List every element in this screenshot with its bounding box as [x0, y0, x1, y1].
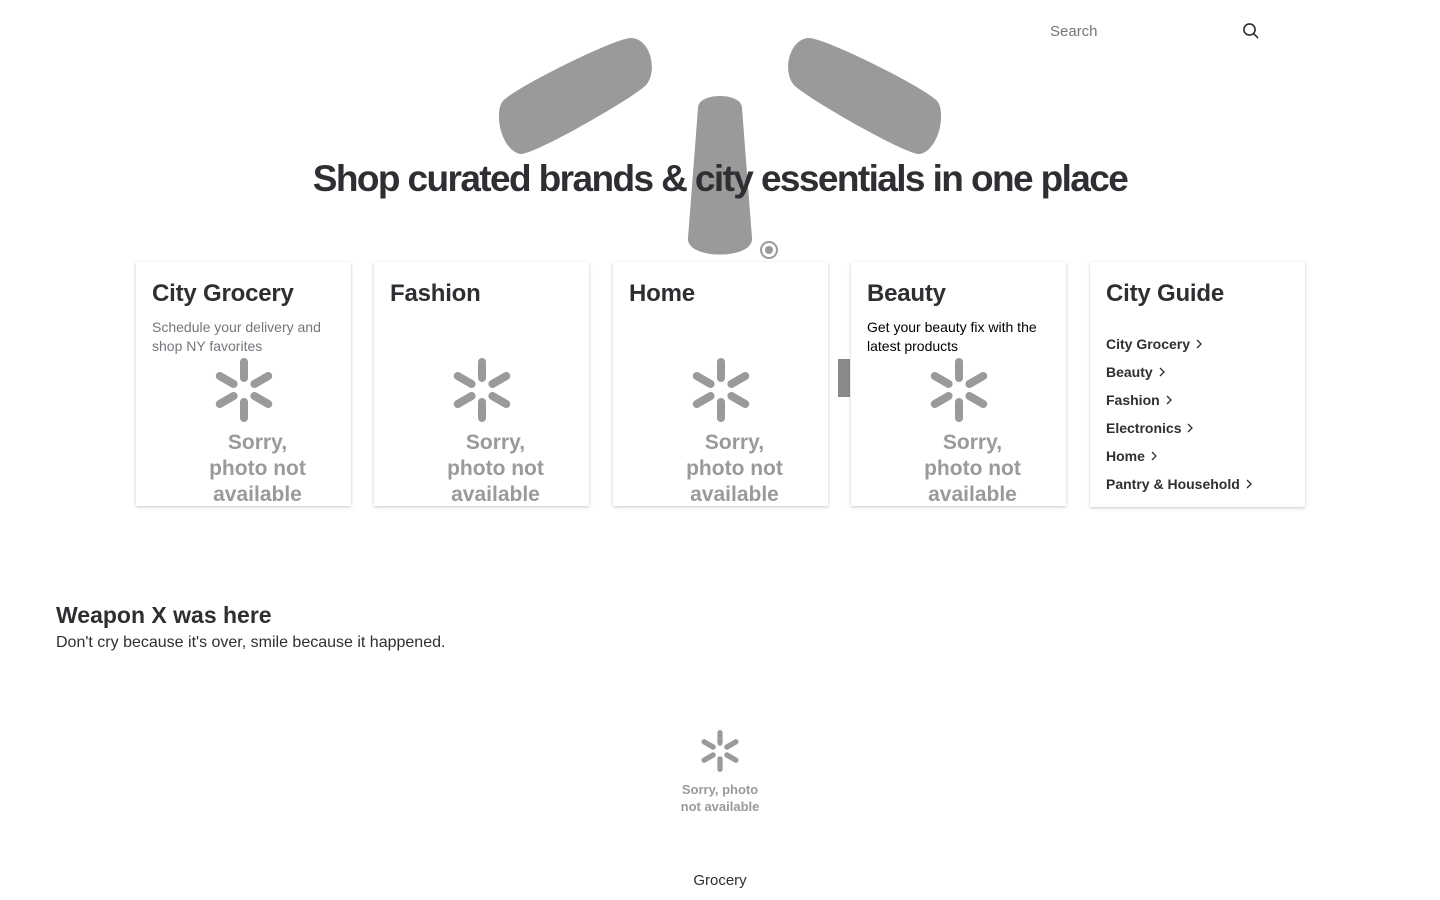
city-guide-link-label: Fashion — [1106, 392, 1160, 408]
search-input[interactable] — [1036, 14, 1232, 48]
card-subtitle: Schedule your delivery and shop NY favor… — [152, 319, 321, 354]
image-fragment — [838, 359, 850, 397]
city-guide-link[interactable]: Home — [1106, 442, 1289, 470]
card-title: City Guide — [1106, 280, 1225, 307]
card-fashion[interactable]: Fashion Sorry, photo not available — [374, 262, 589, 506]
city-guide-link[interactable]: Electronics — [1106, 414, 1289, 442]
city-guide-link-label: Beauty — [1106, 364, 1153, 380]
photo-placeholder: Sorry, photo not available — [884, 358, 1034, 508]
city-guide-link[interactable]: Beauty — [1106, 358, 1289, 386]
placeholder-text: Sorry, photo not available — [209, 431, 306, 506]
card-title: Home — [629, 280, 695, 307]
city-guide-list: City Grocery Beauty Fashion Electronics … — [1106, 330, 1289, 498]
category-label-grocery[interactable]: Grocery — [0, 872, 1440, 889]
city-guide-link[interactable]: Fashion — [1106, 386, 1289, 414]
promo-subtitle: Don't cry because it's over, smile becau… — [56, 634, 446, 651]
city-guide-link-label: Home — [1106, 448, 1145, 464]
card-home[interactable]: Home Sorry, photo not available — [613, 262, 828, 506]
placeholder-text: Sorry, photo not available — [686, 431, 783, 506]
card-title: Fashion — [390, 280, 481, 307]
walmart-spark-icon — [498, 37, 942, 259]
card-subtitle: Get your beauty fix with the latest prod… — [867, 319, 1037, 354]
walmart-spark-icon — [453, 358, 510, 422]
city-guide-link[interactable]: Pantry & Household — [1106, 470, 1289, 498]
search-bar — [1036, 14, 1268, 48]
walmart-spark-icon — [692, 358, 749, 422]
chevron-right-icon — [1166, 392, 1172, 408]
city-guide-link-label: Pantry & Household — [1106, 476, 1240, 492]
city-guide-link[interactable]: City Grocery — [1106, 330, 1289, 358]
chevron-right-icon — [1187, 420, 1194, 436]
photo-placeholder: Sorry, photo not available — [670, 730, 770, 815]
walmart-spark-icon — [930, 358, 987, 422]
card-beauty[interactable]: Beauty Get your beauty fix with the late… — [851, 262, 1066, 506]
photo-placeholder: Sorry, photo not available — [646, 358, 796, 508]
hero-title: Shop curated brands & city essentials in… — [312, 158, 1129, 199]
chevron-right-icon — [1159, 364, 1165, 380]
chevron-right-icon — [1196, 336, 1202, 352]
chevron-right-icon — [1151, 448, 1157, 464]
photo-placeholder: Sorry, photo not available — [407, 358, 557, 508]
placeholder-text: Sorry, photo not available — [680, 782, 760, 814]
city-guide-link-label: City Grocery — [1106, 336, 1191, 352]
card-title: City Grocery — [152, 280, 294, 307]
card-city-grocery[interactable]: City Grocery Schedule your delivery and … — [136, 262, 351, 506]
photo-placeholder: Sorry, photo not available — [169, 358, 319, 508]
card-city-guide: City Guide City Grocery Beauty Fashion E… — [1090, 262, 1305, 507]
placeholder-text: Sorry, photo not available — [447, 431, 544, 506]
walmart-spark-icon — [701, 730, 739, 772]
placeholder-text: Sorry, photo not available — [924, 431, 1021, 506]
card-title: Beauty — [867, 280, 946, 307]
chevron-right-icon — [1246, 476, 1252, 492]
search-icon[interactable] — [1239, 20, 1263, 42]
city-guide-link-label: Electronics — [1106, 420, 1182, 436]
walmart-spark-icon — [215, 358, 272, 422]
promo-title: Weapon X was here — [56, 602, 272, 628]
